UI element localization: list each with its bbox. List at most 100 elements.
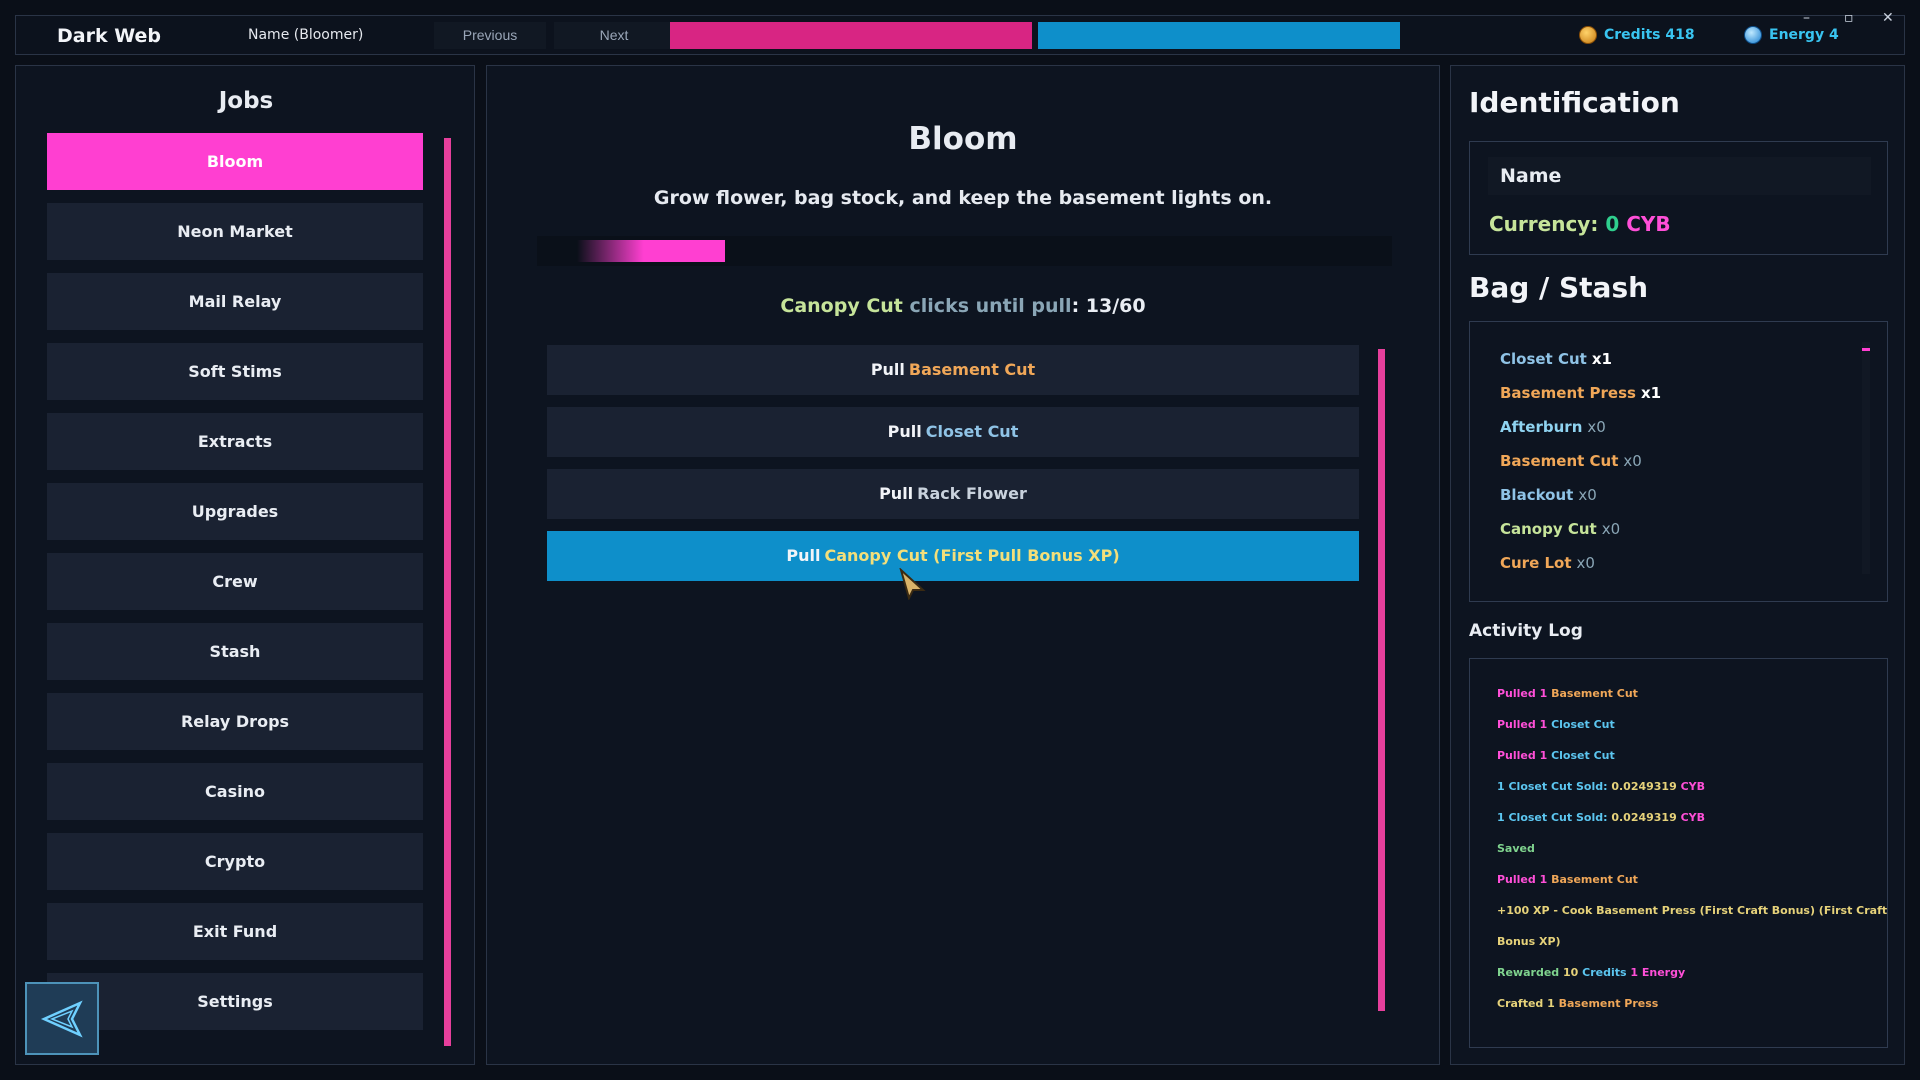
bag-item-qty: x0 — [1587, 418, 1606, 436]
job-settings-button[interactable]: Settings — [47, 973, 423, 1030]
activity-log-list: Pulled 1 Basement Cut Pulled 1 Closet Cut… — [1497, 678, 1887, 1019]
bag-scrollbar[interactable] — [1862, 342, 1870, 574]
pull-item-name: Basement Cut — [908, 360, 1036, 379]
pull-button[interactable]: Pull Rack Flower — [547, 469, 1359, 519]
log-segment: Closet Cut — [1551, 718, 1615, 731]
pull-prefix: Pull — [870, 360, 905, 379]
log-segment: Pulled 1 — [1497, 873, 1552, 886]
back-arrow-icon — [40, 999, 83, 1038]
job-stash-button[interactable]: Stash — [47, 623, 423, 680]
log-segment: 1 Closet Cut Sold: — [1497, 780, 1612, 793]
restore-icon[interactable]: ▫ — [1844, 10, 1854, 26]
log-entry: Pulled 1 Closet Cut — [1497, 740, 1867, 771]
currency-readout: Currency: 0 CYB — [1489, 212, 1671, 236]
job-casino-button[interactable]: Casino — [47, 763, 423, 820]
credits-stat: Credits 418 — [1579, 26, 1695, 44]
currency-value: 0 — [1605, 212, 1620, 236]
pull-prefix: Pull — [786, 546, 821, 565]
pull-prefix: Pull — [879, 484, 914, 503]
pink-meter-bar — [670, 22, 1032, 49]
clicks-item: Canopy Cut — [780, 295, 903, 317]
bag-item[interactable]: Basement Cut x0 — [1500, 444, 1661, 478]
log-segment: Pulled 1 — [1497, 718, 1552, 731]
log-entry: Crafted 1 Basement Press — [1497, 988, 1867, 1019]
bag-item[interactable]: Closet Cut x1 — [1500, 342, 1661, 376]
bag-item-qty: x0 — [1576, 554, 1595, 572]
bag-item-qty: x0 — [1623, 452, 1642, 470]
next-button[interactable]: Next — [554, 22, 674, 49]
close-icon[interactable]: ✕ — [1882, 10, 1894, 26]
jobs-scrollbar[interactable] — [444, 138, 451, 1046]
log-segment: Closet Cut — [1551, 749, 1615, 762]
job-neon-market-button[interactable]: Neon Market — [47, 203, 423, 260]
pulls-scrollbar[interactable] — [1378, 349, 1385, 1011]
log-entry: Pulled 1 Basement Cut — [1497, 864, 1867, 895]
clicks-text: clicks until pull — [909, 295, 1072, 317]
job-relay-drops-button[interactable]: Relay Drops — [47, 693, 423, 750]
pull-button[interactable]: Pull Closet Cut — [547, 407, 1359, 457]
log-segment: 10 — [1562, 966, 1579, 979]
bag-item-name: Cure Lot — [1500, 554, 1572, 572]
jobs-title: Jobs — [218, 88, 274, 114]
energy-orb-icon — [1744, 26, 1762, 44]
energy-label: Energy 4 — [1769, 27, 1839, 43]
identification-box: Name Currency: 0 CYB — [1469, 141, 1888, 255]
pull-item-name: Closet Cut — [925, 422, 1019, 441]
credits-label: Credits 418 — [1604, 27, 1695, 43]
bag-item[interactable]: Basement Press x1 — [1500, 376, 1661, 410]
log-entry: 1 Closet Cut Sold: 0.0249319 CYB — [1497, 771, 1867, 802]
jobs-list: Bloom Neon Market Mail Relay Soft Stims Extr… — [47, 133, 423, 1043]
top-bar: Dark Web Name (Bloomer) Previous Next Cr… — [15, 10, 1905, 55]
job-soft-stims-button[interactable]: Soft Stims — [47, 343, 423, 400]
pull-buttons: Pull Basement Cut Pull Closet Cut Pull Rack F… — [547, 345, 1359, 593]
log-segment: Saved — [1497, 842, 1535, 855]
bag-item-qty: x0 — [1578, 486, 1597, 504]
identification-title: Identification — [1469, 86, 1680, 119]
previous-button[interactable]: Previous — [434, 22, 546, 49]
job-crew-button[interactable]: Crew — [47, 553, 423, 610]
bag-scroll-thumb[interactable] — [1862, 348, 1870, 351]
clicks-until-pull: Canopy Cut clicks until pull: 13/60 — [487, 295, 1439, 317]
job-bloom-button[interactable]: Bloom — [47, 133, 423, 190]
bag-item[interactable]: Cure Lot x0 — [1500, 546, 1661, 580]
bag-list: Closet Cut x1 Basement Press x1 Afterburn x0 B… — [1500, 342, 1661, 580]
job-progress-fill — [577, 240, 726, 262]
job-crypto-button[interactable]: Crypto — [47, 833, 423, 890]
minimize-icon[interactable]: – — [1803, 10, 1810, 26]
pull-item-name: Canopy Cut (First Pull Bonus XP) — [824, 546, 1120, 565]
log-entry: 1 Closet Cut Sold: 0.0249319 CYB — [1497, 802, 1867, 833]
bag-item-name: Basement Cut — [1500, 452, 1619, 470]
log-entry: Bonus XP) — [1497, 926, 1867, 957]
currency-label: Currency: — [1489, 212, 1599, 236]
bag-item-qty: x1 — [1591, 350, 1612, 368]
bag-item[interactable]: Blackout x0 — [1500, 478, 1661, 512]
log-segment: Credits — [1578, 966, 1627, 979]
bag-item-name: Basement Press — [1500, 384, 1636, 402]
job-extracts-button[interactable]: Extracts — [47, 413, 423, 470]
log-segment: 1 Closet Cut Sold: — [1497, 811, 1612, 824]
job-upgrades-button[interactable]: Upgrades — [47, 483, 423, 540]
job-mail-relay-button[interactable]: Mail Relay — [47, 273, 423, 330]
bag-item[interactable]: Canopy Cut x0 — [1500, 512, 1661, 546]
bag-item-name: Canopy Cut — [1500, 520, 1597, 538]
pull-button[interactable]: Pull Canopy Cut (First Pull Bonus XP) — [547, 531, 1359, 581]
log-segment: +100 XP - Cook Basement Press (First Cra… — [1497, 904, 1888, 917]
bag-item[interactable]: Afterburn x0 — [1500, 410, 1661, 444]
user-name: Name (Bloomer) — [248, 27, 364, 43]
bag-item-name: Closet Cut — [1500, 350, 1587, 368]
log-segment: 0.0249319 — [1611, 780, 1677, 793]
pull-button[interactable]: Pull Basement Cut — [547, 345, 1359, 395]
log-entry: Pulled 1 Closet Cut — [1497, 709, 1867, 740]
job-description: Grow flower, bag stock, and keep the bas… — [653, 187, 1273, 209]
coin-icon — [1579, 26, 1597, 44]
log-entry: Rewarded 10 Credits 1 Energy — [1497, 957, 1867, 988]
log-segment: Crafted 1 — [1497, 997, 1559, 1010]
side-panel: Identification Name Currency: 0 CYB Bag … — [1450, 65, 1905, 1065]
job-exit-fund-button[interactable]: Exit Fund — [47, 903, 423, 960]
bag-item-qty: x1 — [1640, 384, 1662, 402]
back-button[interactable] — [25, 982, 99, 1055]
log-segment: Basement Press — [1558, 997, 1659, 1010]
clicks-count: : 13/60 — [1071, 295, 1146, 317]
job-progress-bar — [537, 236, 1392, 266]
blue-meter-bar — [1038, 22, 1400, 49]
